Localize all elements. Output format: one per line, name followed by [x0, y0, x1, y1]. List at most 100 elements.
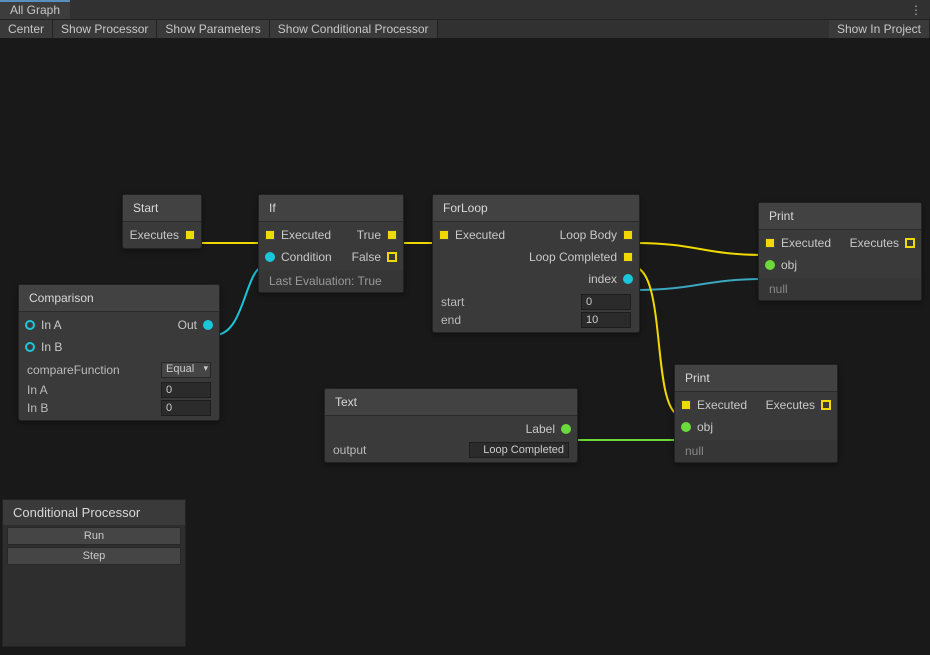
port-in-b[interactable]: In B — [25, 336, 62, 358]
port-label: Loop Completed — [529, 250, 617, 264]
port-index[interactable]: index — [588, 268, 633, 290]
exec-port-icon — [905, 238, 915, 248]
node-print-2[interactable]: Print Executed obj Executes null — [674, 364, 838, 463]
node-text[interactable]: Text Label output — [324, 388, 578, 463]
toolbar: Center Show Processor Show Parameters Sh… — [0, 20, 930, 38]
exec-port-icon — [265, 230, 275, 240]
data-port-icon — [681, 422, 691, 432]
end-field: end — [433, 312, 639, 332]
show-conditional-button[interactable]: Show Conditional Processor — [270, 20, 438, 38]
node-title: ForLoop — [433, 195, 639, 222]
node-title: Comparison — [19, 285, 219, 312]
null-value: null — [759, 278, 921, 300]
start-field: start — [433, 292, 639, 312]
panel-title: Conditional Processor — [3, 500, 185, 525]
port-executed[interactable]: Executed — [439, 224, 505, 246]
port-label: In B — [41, 340, 62, 354]
in-a-input[interactable] — [161, 382, 211, 398]
in-b-input[interactable] — [161, 400, 211, 416]
in-b-field: In B — [19, 400, 219, 420]
graph-canvas[interactable]: Start Executes If Executed Condition — [0, 38, 930, 655]
exec-port-icon — [623, 252, 633, 262]
data-port-icon — [765, 260, 775, 270]
tab-bar: All Graph ⋮ — [0, 0, 930, 20]
field-label: In B — [27, 401, 155, 415]
toolbar-spacer — [438, 20, 829, 38]
port-label: Condition — [281, 250, 332, 264]
port-label: Loop Body — [560, 228, 617, 242]
port-executes[interactable]: Executes — [766, 394, 831, 416]
exec-port-icon — [821, 400, 831, 410]
port-label: Executed — [281, 228, 331, 242]
node-title: Start — [123, 195, 201, 222]
port-label: Executes — [130, 228, 179, 242]
show-processor-button[interactable]: Show Processor — [53, 20, 157, 38]
in-a-field: In A — [19, 380, 219, 400]
center-button[interactable]: Center — [0, 20, 53, 38]
tab-all-graph[interactable]: All Graph — [0, 0, 70, 19]
port-true[interactable]: True — [357, 224, 397, 246]
exec-port-icon — [387, 230, 397, 240]
field-label: output — [333, 443, 463, 457]
show-parameters-button[interactable]: Show Parameters — [157, 20, 269, 38]
node-title: If — [259, 195, 403, 222]
node-if[interactable]: If Executed Condition True False — [258, 194, 404, 293]
data-port-icon — [25, 320, 35, 330]
port-loop-completed[interactable]: Loop Completed — [529, 246, 633, 268]
data-port-icon — [203, 320, 213, 330]
kebab-menu-icon[interactable]: ⋮ — [902, 0, 930, 19]
node-title: Text — [325, 389, 577, 416]
port-label: In A — [41, 318, 62, 332]
compare-function-dropdown[interactable]: Equal — [161, 362, 211, 378]
port-executed[interactable]: Executed — [765, 232, 831, 254]
port-condition[interactable]: Condition — [265, 246, 332, 268]
start-input[interactable] — [581, 294, 631, 310]
port-label: Executes — [850, 236, 899, 250]
node-forloop[interactable]: ForLoop Executed Loop Body Loop Complete… — [432, 194, 640, 333]
output-input[interactable] — [469, 442, 569, 458]
show-in-project-button[interactable]: Show In Project — [829, 20, 930, 38]
conditional-processor-panel[interactable]: Conditional Processor Run Step — [2, 499, 186, 647]
exec-port-icon — [387, 252, 397, 262]
port-loop-body[interactable]: Loop Body — [560, 224, 633, 246]
exec-port-icon — [623, 230, 633, 240]
data-port-icon — [623, 274, 633, 284]
port-out[interactable]: Out — [178, 314, 213, 336]
port-in-a[interactable]: In A — [25, 314, 62, 336]
last-evaluation: Last Evaluation: True — [259, 270, 403, 292]
node-comparison[interactable]: Comparison In A In B Out compareFu — [18, 284, 220, 421]
node-title: Print — [759, 203, 921, 230]
port-label: Executes — [766, 398, 815, 412]
port-label: index — [588, 272, 617, 286]
port-executed[interactable]: Executed — [681, 394, 747, 416]
port-false[interactable]: False — [352, 246, 397, 268]
node-print-1[interactable]: Print Executed obj Executes null — [758, 202, 922, 301]
end-input[interactable] — [581, 312, 631, 328]
port-label-text: Label — [526, 422, 555, 436]
port-obj[interactable]: obj — [681, 416, 713, 438]
exec-port-icon — [681, 400, 691, 410]
node-title: Print — [675, 365, 837, 392]
port-label: Executed — [697, 398, 747, 412]
field-label: In A — [27, 383, 155, 397]
port-executes[interactable]: Executes — [130, 224, 195, 246]
field-label: compareFunction — [27, 363, 155, 377]
port-label: False — [352, 250, 381, 264]
compare-function-field: compareFunction Equal — [19, 360, 219, 380]
exec-port-icon — [185, 230, 195, 240]
port-label: obj — [781, 258, 797, 272]
output-field: output — [325, 442, 577, 462]
data-port-icon — [25, 342, 35, 352]
data-port-icon — [561, 424, 571, 434]
port-label[interactable]: Label — [526, 418, 571, 440]
port-label: Executed — [781, 236, 831, 250]
step-button[interactable]: Step — [7, 547, 181, 565]
node-start[interactable]: Start Executes — [122, 194, 202, 249]
run-button[interactable]: Run — [7, 527, 181, 545]
port-executes[interactable]: Executes — [850, 232, 915, 254]
field-label: end — [441, 313, 575, 327]
port-executed[interactable]: Executed — [265, 224, 331, 246]
port-label: Out — [178, 318, 197, 332]
null-value: null — [675, 440, 837, 462]
port-obj[interactable]: obj — [765, 254, 797, 276]
